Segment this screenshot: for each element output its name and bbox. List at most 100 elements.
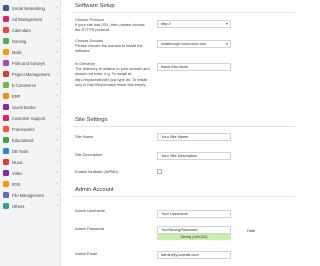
domain-select[interactable]: toolsthrough.xxxxxxxxxx.com ▾ (157, 40, 231, 48)
framework-icon (3, 126, 9, 133)
sidebar-item-label: Frameworks (12, 126, 35, 132)
sidebar-item-e-commerce[interactable]: E-Commerce › (0, 80, 60, 91)
chevron-down-icon: ▾ (225, 41, 228, 46)
sidebar-item-label: Guest Books (12, 104, 36, 110)
chevron-right-icon: › (56, 203, 59, 210)
chevron-right-icon: › (56, 82, 59, 89)
site-name-label: Site Name (75, 134, 94, 139)
directory-input[interactable]: leave this blank (157, 63, 231, 71)
hide-password-link[interactable]: Hide (247, 228, 255, 233)
chevron-right-icon: › (56, 16, 59, 23)
sidebar-item-calendars[interactable]: Calendars › (0, 25, 60, 36)
sidebar-item-guest-books[interactable]: Guest Books › (0, 102, 60, 113)
chevron-right-icon: › (56, 170, 59, 177)
sidebar-item-erp[interactable]: ERP › (0, 91, 60, 102)
site-name-value: Your Site Name (161, 134, 189, 139)
chevron-right-icon: › (56, 115, 59, 122)
sidebar-item-others[interactable]: Others › (0, 201, 60, 212)
chevron-right-icon: › (56, 49, 59, 56)
admin-password-input[interactable]: YourStrongPassword (157, 226, 231, 234)
divider (73, 12, 295, 13)
sidebar-item-label: Ad Management (12, 16, 43, 22)
site-name-input[interactable]: Your Site Name (157, 133, 231, 141)
protocol-value: http:// (161, 21, 171, 26)
chevron-right-icon: › (56, 192, 59, 199)
sidebar-item-gaming[interactable]: Gaming › (0, 36, 60, 47)
sidebar-item-label: Social Networking (12, 5, 45, 11)
chevron-right-icon: › (56, 5, 59, 12)
sidebar-item-customer-support[interactable]: Customer Support › (0, 113, 60, 124)
site-description-input[interactable]: Your Site Description (157, 152, 231, 160)
password-strength-meter: Strong (100/100) (157, 234, 231, 240)
sidebar-item-label: Project Management (12, 71, 50, 77)
chevron-right-icon: › (56, 148, 59, 155)
video-icon (3, 170, 9, 177)
sidebar-item-music[interactable]: Music › (0, 157, 60, 168)
chevron-down-icon: ▾ (225, 21, 228, 26)
sidebar-item-ad-management[interactable]: Ad Management › (0, 14, 60, 25)
gamepad-icon (3, 38, 9, 45)
admin-account-title: Admin Account (75, 187, 114, 193)
admin-username-value: Your Username (161, 211, 188, 216)
site-description-value: Your Site Description (161, 153, 198, 158)
domain-value: toolsthrough.xxxxxxxxxx.com (161, 42, 207, 46)
sidebar-item-video[interactable]: Video › (0, 168, 60, 179)
chevron-right-icon: › (56, 126, 59, 133)
project-icon (3, 71, 9, 78)
chevron-right-icon: › (56, 159, 59, 166)
directory-help: The directory is relative to your domain… (75, 66, 150, 87)
sidebar-item-rss[interactable]: RSS › (0, 179, 60, 190)
admin-password-value: YourStrongPassword (161, 227, 198, 232)
sidebar-item-label: Calendars (12, 27, 31, 33)
protocol-label-block: Choose Protocol If your site has SSL, th… (75, 17, 150, 33)
sidebar-item-label: DB Tools (12, 148, 29, 154)
music-icon (3, 159, 9, 166)
sidebar-item-file-management[interactable]: File Management › (0, 190, 60, 201)
sidebar-item-polls-and-surveys[interactable]: Polls and Surveys › (0, 58, 60, 69)
chevron-right-icon: › (56, 38, 59, 45)
admin-username-label: Admin Username (75, 208, 106, 213)
sidebar-item-db-tools[interactable]: DB Tools › (0, 146, 60, 157)
sidebar-item-label: Mails (12, 49, 22, 55)
protocol-select[interactable]: http:// ▾ (157, 20, 231, 28)
others-icon (3, 203, 9, 210)
sidebar-item-project-management[interactable]: Project Management › (0, 69, 60, 80)
sidebar-item-mails[interactable]: Mails › (0, 47, 60, 58)
sidebar-item-label: Video (12, 170, 23, 176)
domain-help: Please choose the domain to install the … (75, 43, 143, 54)
mail-icon (3, 49, 9, 56)
admin-email-label: Admin Email (75, 251, 97, 256)
multisite-label: Enable Multisite (WPMU) (75, 169, 119, 174)
protocol-help: If your site has SSL, then please choose… (75, 22, 145, 33)
sidebar-item-label: Gaming (12, 38, 27, 44)
chevron-right-icon: › (56, 93, 59, 100)
guestbook-icon (3, 104, 9, 111)
sidebar-item-label: RSS (12, 181, 21, 187)
sidebar-item-label: Polls and Surveys (12, 60, 45, 66)
folder-icon (3, 192, 9, 199)
sidebar-item-educational[interactable]: Educational › (0, 135, 60, 146)
admin-username-input[interactable]: Your Username (157, 210, 231, 218)
database-icon (3, 148, 9, 155)
multisite-checkbox[interactable] (157, 169, 162, 174)
chevron-right-icon: › (56, 27, 59, 34)
ad-icon (3, 16, 9, 23)
sidebar-item-social-networking[interactable]: Social Networking › (0, 3, 60, 14)
poll-icon (3, 60, 9, 67)
admin-email-input[interactable]: admin@yourmail.com (157, 251, 231, 259)
sidebar-item-frameworks[interactable]: Frameworks › (0, 124, 60, 135)
education-icon (3, 137, 9, 144)
chevron-right-icon: › (56, 60, 59, 67)
category-sidebar: Social Networking › Ad Management › Calendar… (0, 0, 61, 266)
sidebar-item-label: Others (12, 203, 25, 209)
chevron-right-icon: › (56, 104, 59, 111)
erp-icon (3, 93, 9, 100)
site-settings-title: Site Settings (75, 117, 108, 123)
chevron-right-icon: › (56, 137, 59, 144)
cart-icon (3, 82, 9, 89)
sidebar-item-label: Educational (12, 137, 34, 143)
software-setup-title: Software Setup (75, 3, 115, 9)
chevron-right-icon: › (56, 71, 59, 78)
install-form: Software Setup Choose Protocol If your s… (63, 0, 300, 266)
directory-value: leave this blank (161, 64, 188, 69)
